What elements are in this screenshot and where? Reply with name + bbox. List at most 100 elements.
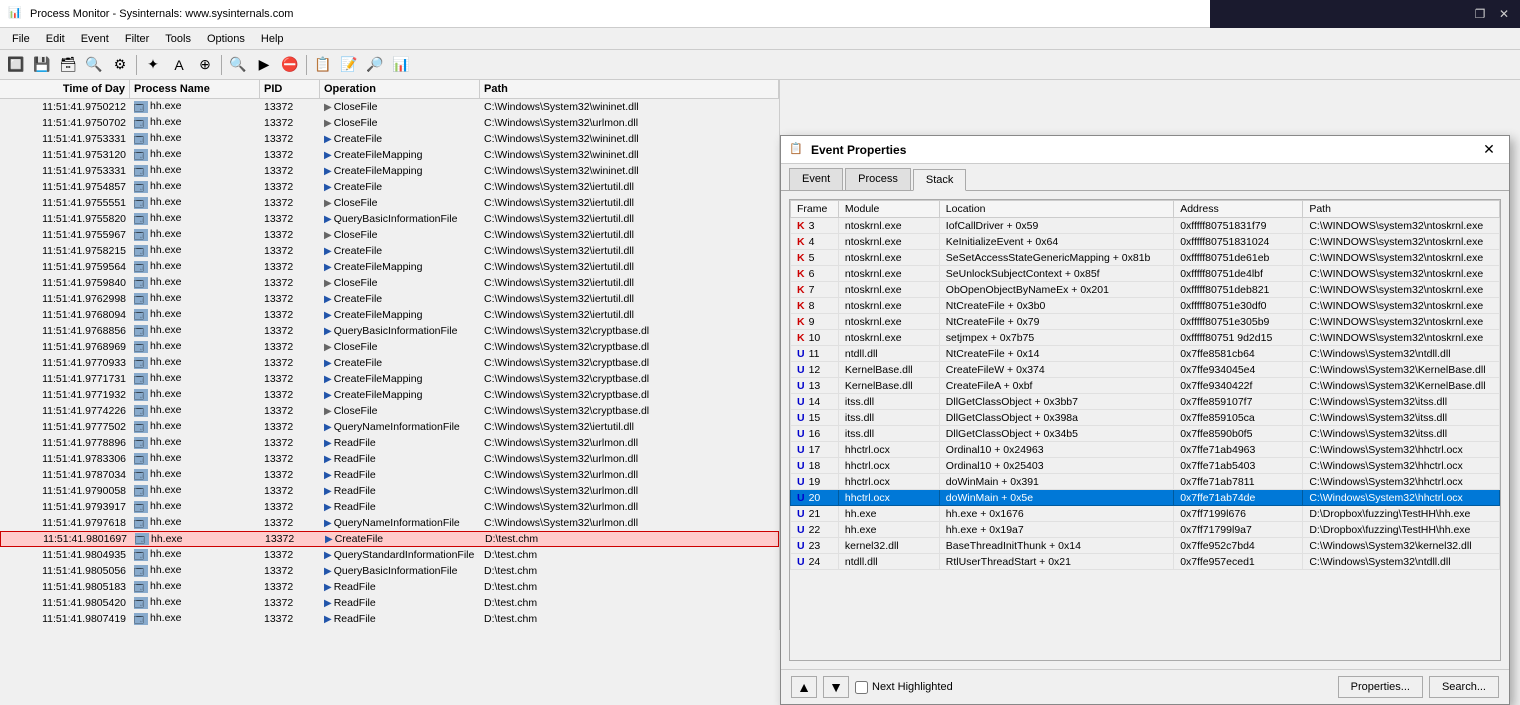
toolbar-btn-2[interactable]: 💾 [30,53,54,77]
dialog-close-button[interactable]: ✕ [1477,140,1501,160]
stack-row[interactable]: U17 hhctrl.ocx Ordinal10 + 0x24963 0x7ff… [791,442,1500,458]
stack-row[interactable]: U12 KernelBase.dll CreateFileW + 0x374 0… [791,362,1500,378]
toolbar-btn-12[interactable]: 📋 [311,53,335,77]
menu-item-edit[interactable]: Edit [38,31,73,47]
stack-row[interactable]: U13 KernelBase.dll CreateFileA + 0xbf 0x… [791,378,1500,394]
table-row[interactable]: 11:51:41.9755967 🗔hh.exe 13372 ▶CloseFil… [0,227,779,243]
next-highlighted-checkbox[interactable] [855,681,868,694]
menu-item-file[interactable]: File [4,31,38,47]
toolbar-btn-7[interactable]: A [167,53,191,77]
table-row[interactable]: 11:51:41.9759564 🗔hh.exe 13372 ▶CreateFi… [0,259,779,275]
stack-row[interactable]: U14 itss.dll DllGetClassObject + 0x3bb7 … [791,394,1500,410]
stack-row[interactable]: K6 ntoskrnl.exe SeUnlockSubjectContext +… [791,266,1500,282]
col-header-pid[interactable]: PID [260,80,320,98]
toolbar-btn-5[interactable]: ⚙ [108,53,132,77]
toolbar-btn-14[interactable]: 🔎 [363,53,387,77]
stack-row[interactable]: U22 hh.exe hh.exe + 0x19a7 0x7ff71799l9a… [791,522,1500,538]
table-row[interactable]: 11:51:41.9805183 🗔hh.exe 13372 ▶ReadFile… [0,579,779,595]
table-row[interactable]: 11:51:41.9771932 🗔hh.exe 13372 ▶CreateFi… [0,387,779,403]
cell-time: 11:51:41.9750702 [0,116,130,130]
table-row[interactable]: 11:51:41.9805056 🗔hh.exe 13372 ▶QueryBas… [0,563,779,579]
toolbar-btn-11[interactable]: ⛔ [278,53,302,77]
table-row[interactable]: 11:51:41.9753331 🗔hh.exe 13372 ▶CreateFi… [0,131,779,147]
stack-row[interactable]: K3 ntoskrnl.exe IofCallDriver + 0x59 0xf… [791,218,1500,234]
stack-row[interactable]: K9 ntoskrnl.exe NtCreateFile + 0x79 0xff… [791,314,1500,330]
tab-event[interactable]: Event [789,168,843,190]
stack-row[interactable]: U15 itss.dll DllGetClassObject + 0x398a … [791,410,1500,426]
table-row[interactable]: 11:51:41.9754857 🗔hh.exe 13372 ▶CreateFi… [0,179,779,195]
toolbar-btn-4[interactable]: 🔍 [82,53,106,77]
col-header-path[interactable]: Path [480,80,779,98]
cell-address: 0xfffff80751e30df0 [1174,298,1303,314]
table-row[interactable]: 11:51:41.9797618 🗔hh.exe 13372 ▶QueryNam… [0,515,779,531]
table-row[interactable]: 11:51:41.9805420 🗔hh.exe 13372 ▶ReadFile… [0,595,779,611]
cell-path: C:\Windows\System32\itss.dll [1303,394,1500,410]
toolbar-btn-6[interactable]: ✦ [141,53,165,77]
table-row[interactable]: 11:51:41.9778896 🗔hh.exe 13372 ▶ReadFile… [0,435,779,451]
table-row[interactable]: 11:51:41.9807419 🗔hh.exe 13372 ▶ReadFile… [0,611,779,625]
cell-process: 🗔hh.exe [130,291,260,305]
stack-row[interactable]: U21 hh.exe hh.exe + 0x1676 0x7ff7199l676… [791,506,1500,522]
table-row[interactable]: 11:51:41.9758215 🗔hh.exe 13372 ▶CreateFi… [0,243,779,259]
toolbar-btn-13[interactable]: 📝 [337,53,361,77]
stack-row[interactable]: K5 ntoskrnl.exe SeSetAccessStateGenericM… [791,250,1500,266]
table-row[interactable]: 11:51:41.9755551 🗔hh.exe 13372 ▶CloseFil… [0,195,779,211]
table-row[interactable]: 11:51:41.9804935 🗔hh.exe 13372 ▶QuerySta… [0,547,779,563]
col-header-operation[interactable]: Operation [320,80,480,98]
stack-row[interactable]: U16 itss.dll DllGetClassObject + 0x34b5 … [791,426,1500,442]
cell-pid: 13372 [260,420,320,434]
menu-item-options[interactable]: Options [199,31,253,47]
table-row[interactable]: 11:51:41.9770933 🗔hh.exe 13372 ▶CreateFi… [0,355,779,371]
secondary-close-button[interactable]: ✕ [1492,4,1516,24]
col-header-process[interactable]: Process Name [130,80,260,98]
table-row[interactable]: 11:51:41.9759840 🗔hh.exe 13372 ▶CloseFil… [0,275,779,291]
stack-row[interactable]: K4 ntoskrnl.exe KeInitializeEvent + 0x64… [791,234,1500,250]
toolbar-btn-15[interactable]: 📊 [389,53,413,77]
table-row[interactable]: 11:51:41.9801697 🗔hh.exe 13372 ▶CreateFi… [0,531,779,547]
properties-button[interactable]: Properties... [1338,676,1423,698]
toolbar-btn-8[interactable]: ⊕ [193,53,217,77]
menu-item-help[interactable]: Help [253,31,292,47]
menu-item-filter[interactable]: Filter [117,31,157,47]
col-header-time[interactable]: Time of Day [0,80,130,98]
cell-process: 🗔hh.exe [130,483,260,497]
stack-row[interactable]: U11 ntdll.dll NtCreateFile + 0x14 0x7ffe… [791,346,1500,362]
table-row[interactable]: 11:51:41.9755820 🗔hh.exe 13372 ▶QueryBas… [0,211,779,227]
toolbar-btn-3[interactable]: 🗃 [56,53,80,77]
table-row[interactable]: 11:51:41.9768969 🗔hh.exe 13372 ▶CloseFil… [0,339,779,355]
stack-row[interactable]: K8 ntoskrnl.exe NtCreateFile + 0x3b0 0xf… [791,298,1500,314]
tab-process[interactable]: Process [845,168,911,190]
stack-row[interactable]: U24 ntdll.dll RtlUserThreadStart + 0x21 … [791,554,1500,570]
toolbar-btn-10[interactable]: ▶ [252,53,276,77]
table-row[interactable]: 11:51:41.9762998 🗔hh.exe 13372 ▶CreateFi… [0,291,779,307]
nav-next-button[interactable]: ▼ [823,676,849,698]
stack-row[interactable]: U19 hhctrl.ocx doWinMain + 0x391 0x7ffe7… [791,474,1500,490]
table-row[interactable]: 11:51:41.9777502 🗔hh.exe 13372 ▶QueryNam… [0,419,779,435]
table-row[interactable]: 11:51:41.9771731 🗔hh.exe 13372 ▶CreateFi… [0,371,779,387]
table-row[interactable]: 11:51:41.9787034 🗔hh.exe 13372 ▶ReadFile… [0,467,779,483]
stack-row[interactable]: U18 hhctrl.ocx Ordinal10 + 0x25403 0x7ff… [791,458,1500,474]
table-row[interactable]: 11:51:41.9793917 🗔hh.exe 13372 ▶ReadFile… [0,499,779,515]
stack-row[interactable]: U23 kernel32.dll BaseThreadInitThunk + 0… [791,538,1500,554]
table-row[interactable]: 11:51:41.9753331 🗔hh.exe 13372 ▶CreateFi… [0,163,779,179]
search-button[interactable]: Search... [1429,676,1499,698]
secondary-restore-button[interactable]: ❐ [1468,4,1492,24]
toolbar-btn-1[interactable]: 🔲 [4,53,28,77]
table-row[interactable]: 11:51:41.9783306 🗔hh.exe 13372 ▶ReadFile… [0,451,779,467]
table-row[interactable]: 11:51:41.9750702 🗔hh.exe 13372 ▶CloseFil… [0,115,779,131]
nav-prev-button[interactable]: ▲ [791,676,817,698]
table-row[interactable]: 11:51:41.9768094 🗔hh.exe 13372 ▶CreateFi… [0,307,779,323]
next-highlighted-label[interactable]: Next Highlighted [855,681,953,694]
stack-row[interactable]: K10 ntoskrnl.exe setjmpex + 0x7b75 0xfff… [791,330,1500,346]
table-row[interactable]: 11:51:41.9790058 🗔hh.exe 13372 ▶ReadFile… [0,483,779,499]
toolbar-btn-9[interactable]: 🔍 [226,53,250,77]
menu-item-tools[interactable]: Tools [157,31,199,47]
table-row[interactable]: 11:51:41.9753120 🗔hh.exe 13372 ▶CreateFi… [0,147,779,163]
stack-row[interactable]: U20 hhctrl.ocx doWinMain + 0x5e 0x7ffe71… [791,490,1500,506]
table-row[interactable]: 11:51:41.9768856 🗔hh.exe 13372 ▶QueryBas… [0,323,779,339]
tab-stack[interactable]: Stack [913,169,967,191]
table-row[interactable]: 11:51:41.9774226 🗔hh.exe 13372 ▶CloseFil… [0,403,779,419]
menu-item-event[interactable]: Event [73,31,117,47]
stack-row[interactable]: K7 ntoskrnl.exe ObOpenObjectByNameEx + 0… [791,282,1500,298]
table-row[interactable]: 11:51:41.9750212 🗔hh.exe 13372 ▶CloseFil… [0,99,779,115]
